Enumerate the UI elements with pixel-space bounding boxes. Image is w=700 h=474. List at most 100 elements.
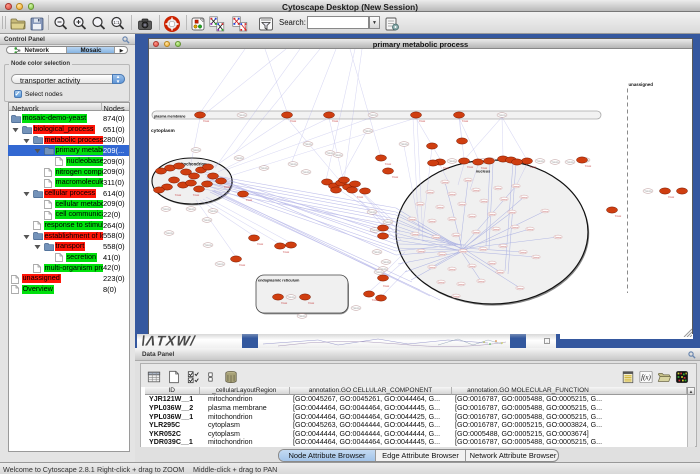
svg-text:Yxxxx: Yxxxx (203, 120, 210, 123)
svg-text:Yxxxxx: Yxxxxx (459, 204, 467, 206)
svg-text:Yxxxxx: Yxxxxx (517, 288, 525, 290)
svg-text:f(x): f(x) (641, 374, 651, 382)
svg-text:Yxxxx: Yxxxx (283, 251, 290, 254)
svg-text:Yxxxxx: Yxxxxx (442, 182, 450, 184)
svg-text:Yxxxxx: Yxxxxx (209, 210, 217, 213)
svg-text:Yxxxxx: Yxxxxx (448, 160, 456, 163)
svg-text:Yxxxxx: Yxxxxx (304, 143, 312, 146)
svg-text:Yxxxxx: Yxxxxx (449, 194, 457, 196)
svg-text:Yxxxxx: Yxxxxx (521, 197, 529, 199)
svg-text:Yxxxxx: Yxxxxx (501, 199, 509, 201)
svg-text:endoplasmic reticulum: endoplasmic reticulum (258, 279, 300, 283)
svg-text:Yxxxxx: Yxxxxx (427, 192, 435, 194)
svg-text:Yxxxxx: Yxxxxx (460, 251, 468, 253)
svg-text:unassigned: unassigned (628, 82, 653, 87)
svg-text:Yxxxxx: Yxxxxx (495, 188, 503, 190)
svg-text:Yxxxx: Yxxxx (615, 215, 622, 218)
svg-text:Yxxxxx: Yxxxxx (368, 211, 376, 214)
svg-text:Yxxxxx: Yxxxxx (260, 167, 268, 170)
svg-text:Yxxxxx: Yxxxxx (513, 186, 521, 188)
svg-text:Yxxxx: Yxxxx (419, 120, 426, 123)
svg-text:Yxxxxx: Yxxxxx (369, 114, 377, 117)
svg-text:Yxxxxx: Yxxxxx (192, 149, 200, 152)
svg-text:Yxxxxx: Yxxxxx (449, 269, 457, 271)
svg-text:plasma membrane: plasma membrane (154, 115, 186, 119)
svg-text:Yxxxxx: Yxxxxx (438, 282, 446, 284)
svg-text:Yxxxxx: Yxxxxx (235, 157, 243, 160)
svg-text:Yxxxx: Yxxxx (385, 163, 392, 166)
svg-text:Yxxxxx: Yxxxxx (478, 281, 486, 283)
svg-text:Yxxxx: Yxxxx (530, 166, 537, 169)
svg-text:Yxxxxx: Yxxxxx (566, 161, 574, 164)
svg-text:Yxxxxx: Yxxxxx (216, 263, 224, 266)
svg-text:Yxxxxx: Yxxxxx (412, 234, 420, 236)
svg-text:Yxxxx: Yxxxx (467, 166, 474, 169)
svg-text:Yxxxxx: Yxxxxx (520, 252, 528, 254)
svg-text:Yxxxxx: Yxxxxx (437, 207, 445, 209)
svg-text:Yxxxx: Yxxxx (383, 285, 390, 288)
svg-text:Yxxxxx: Yxxxxx (449, 219, 457, 221)
svg-text:Yxxxxx: Yxxxxx (473, 232, 481, 234)
svg-text:Yxxxxx: Yxxxxx (352, 307, 360, 310)
svg-text:Yxxxxx: Yxxxxx (162, 208, 170, 211)
svg-text:Yxxxxx: Yxxxxx (433, 237, 441, 239)
svg-text:Yxxxx: Yxxxx (443, 167, 450, 170)
svg-text:Yxxxx: Yxxxx (357, 196, 364, 199)
svg-text:Yxxxxx: Yxxxxx (644, 190, 652, 193)
svg-text:Yxxxxx: Yxxxxx (453, 296, 461, 298)
svg-text:Yxxxxx: Yxxxxx (187, 208, 195, 211)
svg-text:Yxxxxx: Yxxxxx (373, 251, 381, 254)
svg-text:Yxxxx: Yxxxx (372, 299, 379, 302)
svg-text:Yxxxxx: Yxxxxx (364, 130, 372, 133)
svg-text:Yxxxxx: Yxxxxx (165, 232, 173, 235)
svg-text:Yxxxxx: Yxxxxx (465, 180, 473, 182)
svg-text:Yxxxxx: Yxxxxx (497, 272, 505, 274)
svg-text:Yxxxxx: Yxxxxx (375, 271, 383, 274)
svg-text:Yxxxxx: Yxxxxx (500, 246, 508, 248)
svg-text:Yxxxxx: Yxxxxx (334, 154, 342, 157)
svg-text:Yxxxx: Yxxxx (462, 120, 469, 123)
svg-text:Yxxxxx: Yxxxxx (469, 266, 477, 268)
svg-text:Yxxxxx: Yxxxxx (289, 163, 297, 166)
svg-text:Yxxxxx: Yxxxxx (418, 251, 426, 253)
svg-text:Yxxxxx: Yxxxxx (409, 219, 417, 221)
svg-text:Yxxxxx: Yxxxxx (326, 152, 334, 155)
svg-text:Yxxxxx: Yxxxxx (533, 257, 541, 259)
svg-text:Yxxxxx: Yxxxxx (302, 171, 310, 174)
svg-text:Yxxxx: Yxxxx (308, 302, 315, 305)
svg-text:Yxxxx: Yxxxx (332, 120, 339, 123)
svg-text:Yxxxxx: Yxxxxx (512, 227, 520, 229)
svg-text:Yxxxx: Yxxxx (239, 264, 246, 267)
svg-text:Yxxxxx: Yxxxxx (489, 263, 497, 265)
svg-text:Yxxxxx: Yxxxxx (204, 244, 212, 247)
svg-text:Yxxxxx: Yxxxxx (555, 237, 563, 239)
svg-text:Yxxxxx: Yxxxxx (458, 284, 466, 286)
svg-text:Yxxxx: Yxxxx (668, 196, 675, 199)
svg-text:Yxxxxx: Yxxxxx (469, 216, 477, 218)
svg-text:Yxxxx: Yxxxx (481, 167, 488, 170)
svg-text:Yxxxxx: Yxxxxx (551, 161, 559, 164)
svg-text:Yxxxxx: Yxxxxx (453, 235, 461, 237)
svg-text:Yxxxxx: Yxxxxx (527, 229, 535, 231)
svg-text:Yxxxx: Yxxxx (281, 302, 288, 305)
svg-text:Yxxxxx: Yxxxxx (536, 160, 544, 163)
svg-text:Yxxxxx: Yxxxxx (489, 214, 497, 216)
svg-text:cytoplasm: cytoplasm (151, 128, 175, 134)
svg-text:Yxxxxx: Yxxxxx (481, 201, 489, 203)
svg-text:Yxxxxx: Yxxxxx (400, 143, 408, 146)
svg-text:Yxxxxx: Yxxxxx (473, 190, 481, 192)
svg-text:nucleus: nucleus (476, 169, 490, 173)
svg-text:Yxxxx: Yxxxx (246, 199, 253, 202)
svg-text:Yxxxxx: Yxxxxx (298, 315, 306, 318)
svg-text:Yxxxxx: Yxxxxx (509, 212, 517, 214)
svg-text:Yxxxx: Yxxxx (585, 165, 592, 168)
svg-text:Yxxxxx: Yxxxxx (439, 254, 447, 256)
svg-text:Yxxxxx: Yxxxxx (498, 114, 506, 117)
svg-text:Yxxxxx: Yxxxxx (417, 204, 425, 206)
svg-text:Yxxxx: Yxxxx (193, 194, 200, 197)
svg-text:Yxxxxx: Yxxxxx (480, 249, 488, 251)
svg-text:Yxxxxx: Yxxxxx (429, 267, 437, 269)
svg-text:Yxxxx: Yxxxx (257, 243, 264, 246)
svg-text:Yxxxx: Yxxxx (224, 186, 231, 189)
svg-text:Yxxxxx: Yxxxxx (287, 296, 295, 299)
